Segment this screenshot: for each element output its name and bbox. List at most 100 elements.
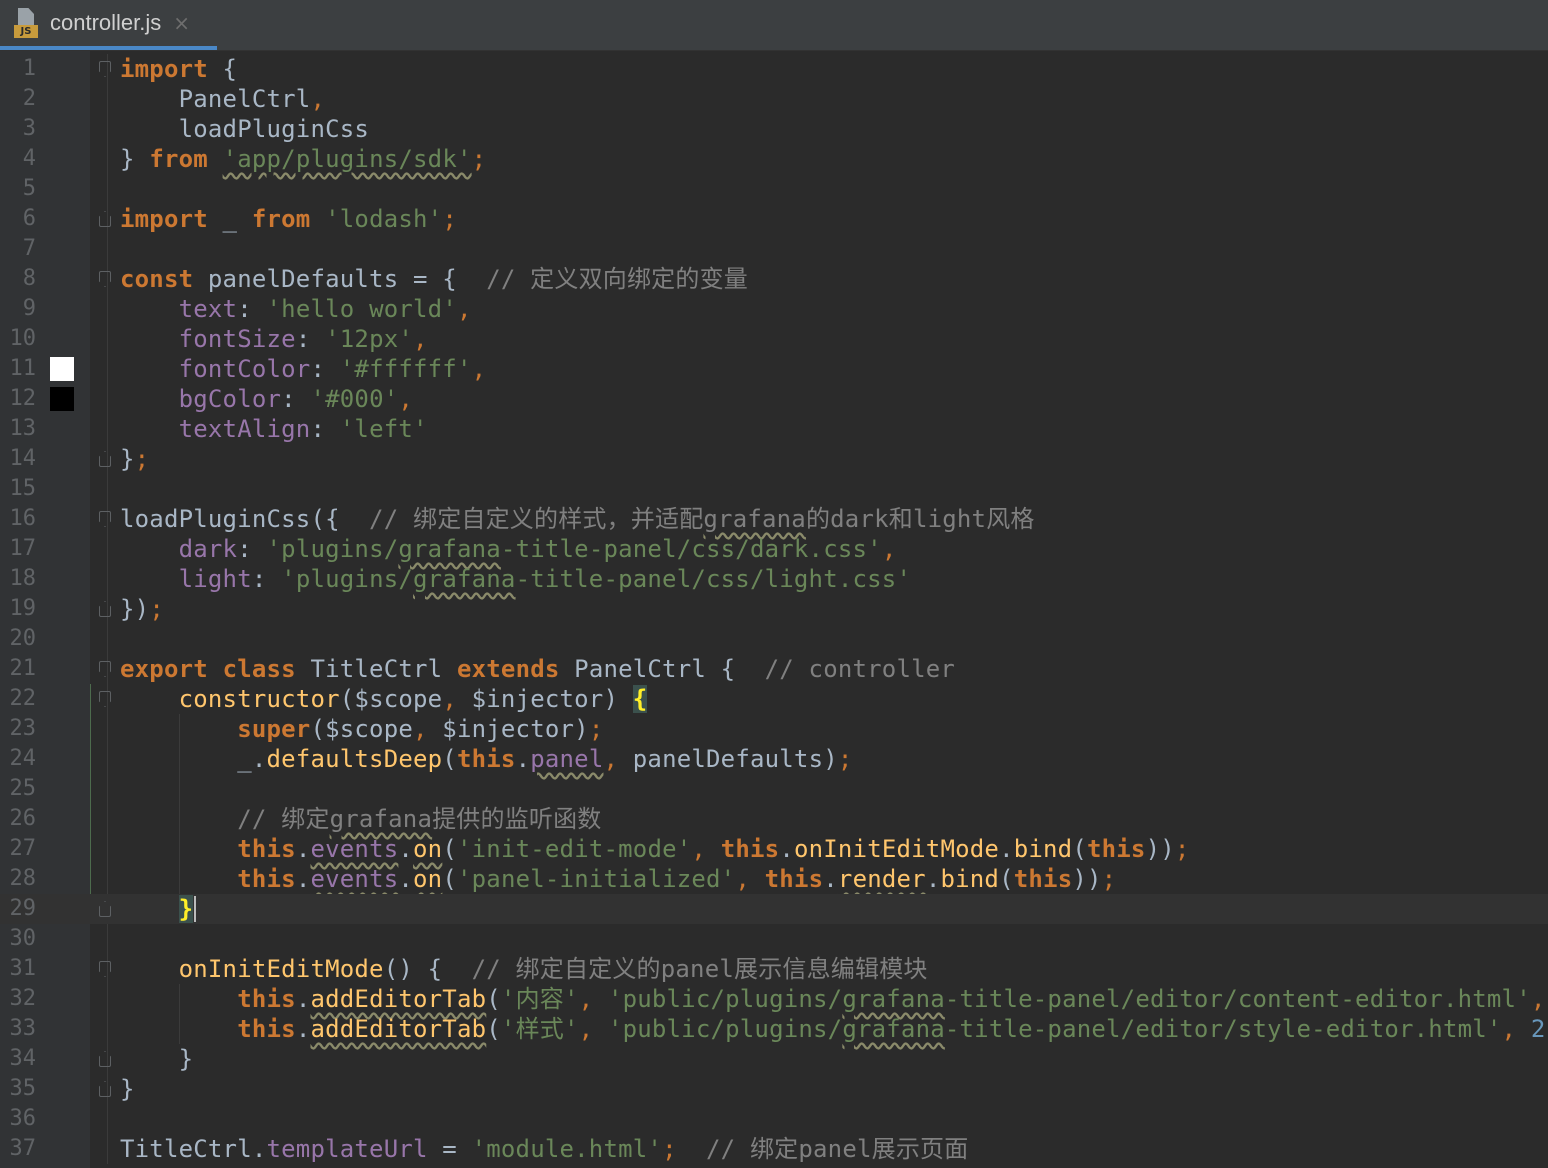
code-text[interactable]: }: [120, 1044, 193, 1074]
code-line[interactable]: 12 bgColor: '#000',: [0, 384, 1548, 414]
line-number: 23: [9, 716, 37, 741]
code-text[interactable]: TitleCtrl.templateUrl = 'module.html'; /…: [120, 1134, 968, 1164]
code-line[interactable]: 27 this.events.on('init-edit-mode', this…: [0, 834, 1548, 864]
code-token: super: [237, 715, 311, 743]
code-editor[interactable]: 1 import {2 PanelCtrl, 3 loadPluginCss 4} f…: [0, 51, 1548, 1168]
code-text[interactable]: this.events.on('init-edit-mode', this.on…: [120, 834, 1190, 864]
code-token: templateUrl: [266, 1135, 428, 1163]
code-text[interactable]: fontColor: '#ffffff',: [120, 354, 486, 384]
code-token: 'module.html': [471, 1135, 663, 1163]
code-line[interactable]: 7: [0, 234, 1548, 264]
code-text[interactable]: loadPluginCss({ // 绑定自定义的样式，并适配grafana的d…: [120, 504, 1035, 534]
code-line[interactable]: 26 // 绑定grafana提供的监听函数: [0, 804, 1548, 834]
code-text[interactable]: this.addEditorTab('内容', 'public/plugins/…: [120, 984, 1548, 1014]
code-text[interactable]: // 绑定grafana提供的监听函数: [120, 804, 602, 834]
code-line[interactable]: 17 dark: 'plugins/grafana-title-panel/cs…: [0, 534, 1548, 564]
code-text[interactable]: }: [120, 894, 197, 924]
code-text[interactable]: const panelDefaults = { // 定义双向绑定的变量: [120, 264, 748, 294]
code-text[interactable]: });: [120, 594, 164, 624]
code-token: // 绑定自定义的panel展示信息编辑模块: [471, 955, 928, 983]
fold-end-icon[interactable]: [99, 901, 111, 917]
code-line[interactable]: 29 }: [0, 894, 1548, 924]
code-text[interactable]: loadPluginCss: [120, 114, 369, 144]
code-text[interactable]: export class TitleCtrl extends PanelCtrl…: [120, 654, 955, 684]
code-token: .: [398, 835, 414, 863]
code-token: grafana: [842, 1015, 945, 1043]
close-icon[interactable]: ×: [173, 11, 190, 35]
code-line[interactable]: 3 loadPluginCss: [0, 114, 1548, 144]
line-number: 36: [9, 1106, 37, 1131]
color-swatch-icon[interactable]: [50, 357, 74, 381]
code-text[interactable]: super($scope, $injector);: [120, 714, 603, 744]
code-line[interactable]: 1 import {: [0, 54, 1548, 84]
code-line[interactable]: 8 const panelDefaults = { // 定义双向绑定的变量: [0, 264, 1548, 294]
code-line[interactable]: 5: [0, 174, 1548, 204]
code-text[interactable]: text: 'hello world',: [120, 294, 472, 324]
code-text[interactable]: fontSize: '12px',: [120, 324, 428, 354]
code-token: .: [295, 1015, 311, 1043]
code-text[interactable]: _.defaultsDeep(this.panel, panelDefaults…: [120, 744, 853, 774]
code-token: ,: [310, 85, 326, 113]
code-line[interactable]: 22 constructor($scope, $injector) {: [0, 684, 1548, 714]
fold-collapse-icon[interactable]: [99, 691, 111, 707]
code-text[interactable]: import _ from 'lodash';: [120, 204, 457, 234]
code-text[interactable]: }: [120, 1074, 135, 1104]
fold-end-icon[interactable]: [99, 1081, 111, 1097]
code-text[interactable]: dark: 'plugins/grafana-title-panel/css/d…: [120, 534, 897, 564]
code-line[interactable]: 34 }: [0, 1044, 1548, 1074]
code-line[interactable]: 36: [0, 1104, 1548, 1134]
fold-collapse-icon[interactable]: [99, 61, 111, 77]
code-line[interactable]: 35}: [0, 1074, 1548, 1104]
code-token: this: [1013, 865, 1073, 893]
code-text[interactable]: onInitEditMode() { // 绑定自定义的panel展示信息编辑模…: [120, 954, 928, 984]
code-line[interactable]: 25: [0, 774, 1548, 804]
code-token: }: [120, 145, 150, 173]
code-text[interactable]: } from 'app/plugins/sdk';: [120, 144, 486, 174]
code-line[interactable]: 20: [0, 624, 1548, 654]
fold-collapse-icon[interactable]: [99, 271, 111, 287]
code-text[interactable]: PanelCtrl,: [120, 84, 325, 114]
code-line[interactable]: 9 text: 'hello world',: [0, 294, 1548, 324]
code-line[interactable]: 37 TitleCtrl.templateUrl = 'module.html';…: [0, 1134, 1548, 1164]
code-line[interactable]: 24 _.defaultsDeep(this.panel, panelDefau…: [0, 744, 1548, 774]
fold-end-icon[interactable]: [99, 211, 111, 227]
code-text[interactable]: this.addEditorTab('样式', 'public/plugins/…: [120, 1014, 1548, 1044]
code-text[interactable]: this.events.on('panel-initialized', this…: [120, 864, 1116, 894]
fold-end-icon[interactable]: [99, 451, 111, 467]
code-text[interactable]: };: [120, 444, 149, 474]
color-swatch-icon[interactable]: [50, 387, 74, 411]
code-text[interactable]: import {: [120, 54, 237, 84]
code-line[interactable]: 28 this.events.on('panel-initialized', t…: [0, 864, 1548, 894]
fold-end-icon[interactable]: [99, 1051, 111, 1067]
code-line[interactable]: 6 import _ from 'lodash';: [0, 204, 1548, 234]
code-text[interactable]: light: 'plugins/grafana-title-panel/css/…: [120, 564, 911, 594]
code-line[interactable]: 31 onInitEditMode() { // 绑定自定义的panel展示信息…: [0, 954, 1548, 984]
code-line[interactable]: 30: [0, 924, 1548, 954]
code-text[interactable]: constructor($scope, $injector) {: [120, 684, 648, 714]
tab-controller-js[interactable]: JS controller.js ×: [0, 0, 217, 50]
code-line[interactable]: 19});: [0, 594, 1548, 624]
code-token: ,: [1530, 985, 1546, 1013]
code-text[interactable]: bgColor: '#000',: [120, 384, 413, 414]
code-line[interactable]: 2 PanelCtrl,: [0, 84, 1548, 114]
code-line[interactable]: 21 export class TitleCtrl extends PanelCt…: [0, 654, 1548, 684]
code-line[interactable]: 4} from 'app/plugins/sdk';: [0, 144, 1548, 174]
line-number: 11: [9, 356, 37, 381]
code-line[interactable]: 15: [0, 474, 1548, 504]
fold-collapse-icon[interactable]: [99, 511, 111, 527]
code-token: (: [999, 865, 1014, 893]
code-line[interactable]: 11 fontColor: '#ffffff',: [0, 354, 1548, 384]
line-number: 7: [22, 236, 36, 261]
code-line[interactable]: 18 light: 'plugins/grafana-title-panel/c…: [0, 564, 1548, 594]
code-line[interactable]: 23 super($scope, $injector);: [0, 714, 1548, 744]
fold-end-icon[interactable]: [99, 601, 111, 617]
code-line[interactable]: 16 loadPluginCss({ // 绑定自定义的样式，并适配grafana…: [0, 504, 1548, 534]
code-line[interactable]: 32 this.addEditorTab('内容', 'public/plugi…: [0, 984, 1548, 1014]
fold-collapse-icon[interactable]: [99, 961, 111, 977]
fold-collapse-icon[interactable]: [99, 661, 111, 677]
code-line[interactable]: 14};: [0, 444, 1548, 474]
code-line[interactable]: 13 textAlign: 'left': [0, 414, 1548, 444]
code-text[interactable]: textAlign: 'left': [120, 414, 428, 444]
code-line[interactable]: 33 this.addEditorTab('样式', 'public/plugi…: [0, 1014, 1548, 1044]
code-line[interactable]: 10 fontSize: '12px',: [0, 324, 1548, 354]
